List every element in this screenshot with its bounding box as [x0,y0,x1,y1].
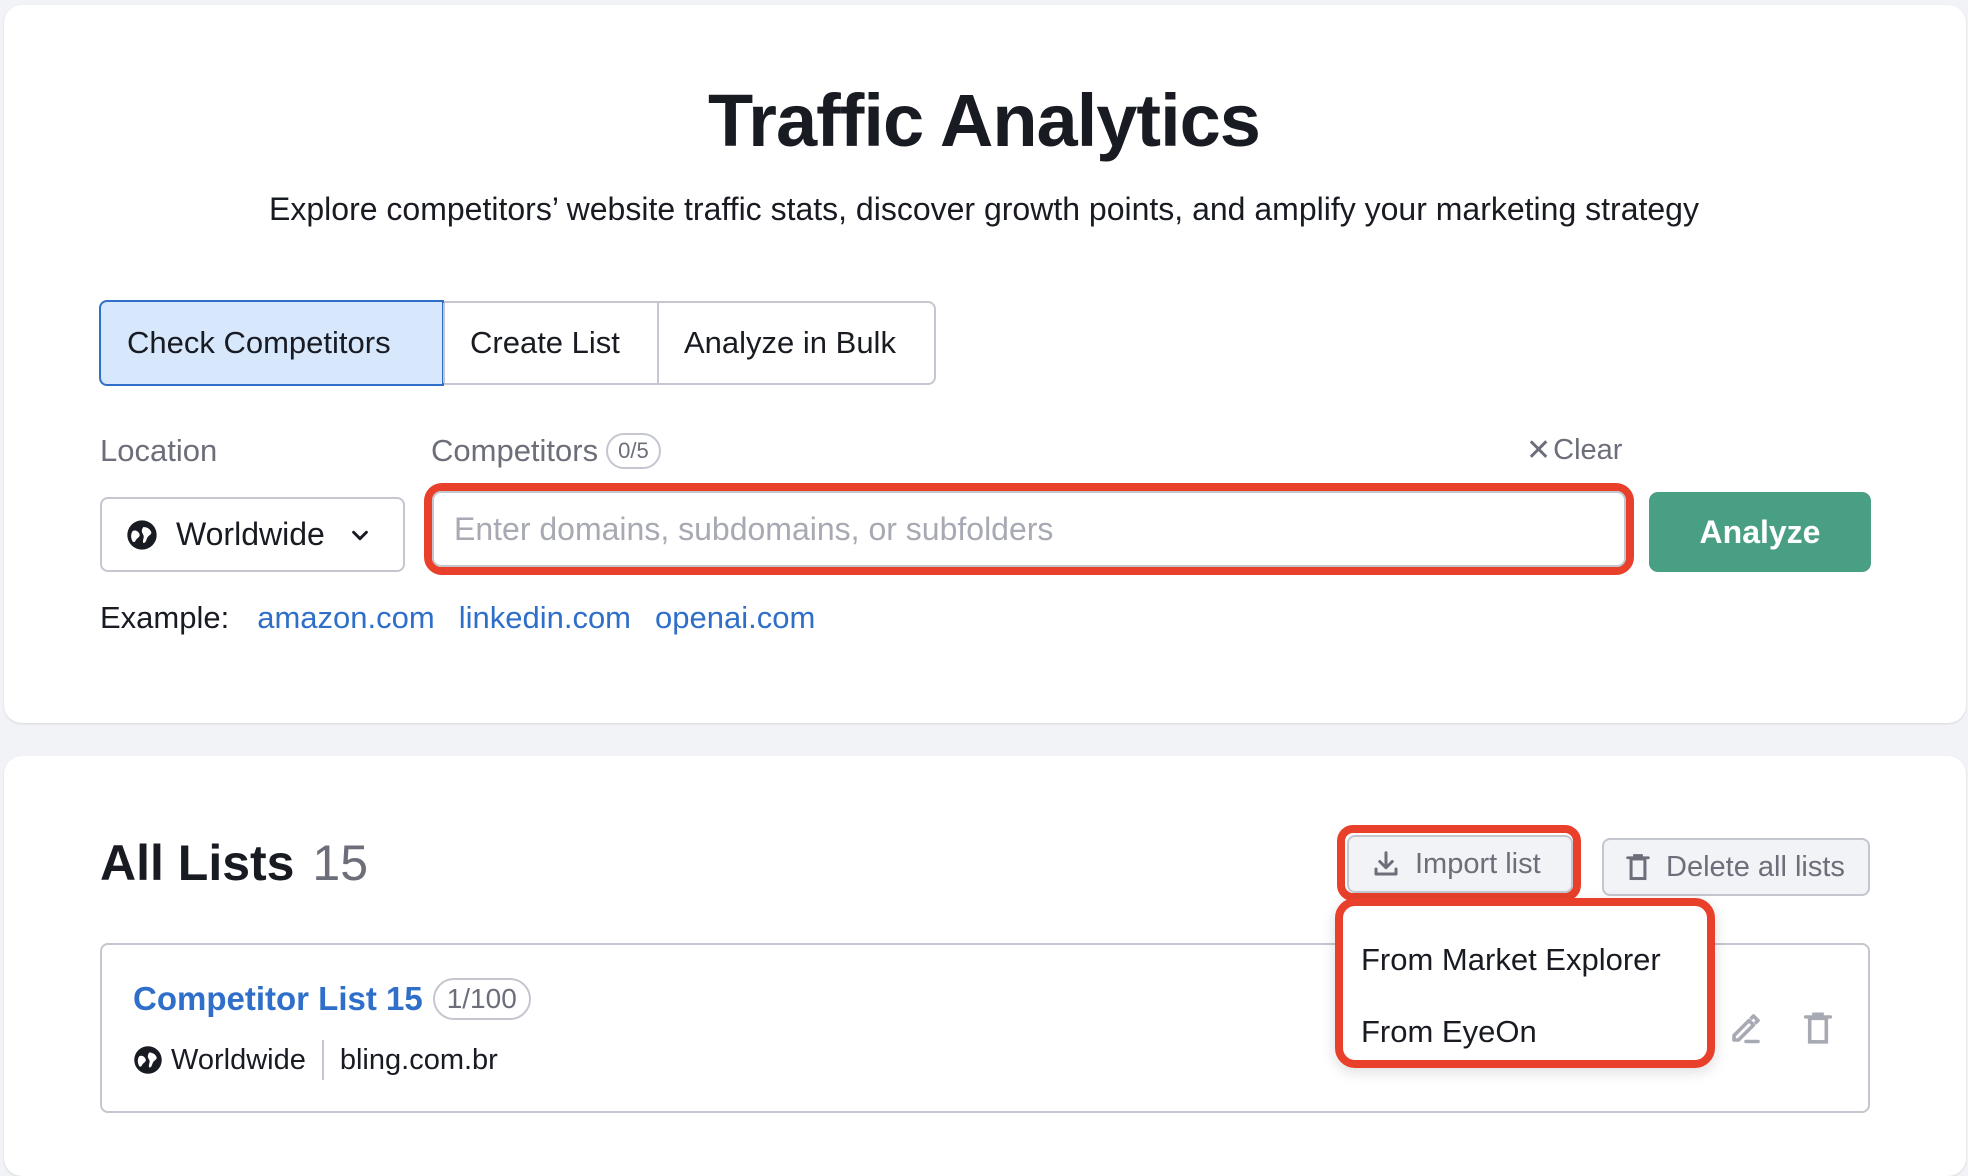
examples-row: Example: amazon.com linkedin.com openai.… [100,600,815,636]
location-select[interactable]: Worldwide [100,497,405,572]
mode-tabs: Check Competitors Create List Analyze in… [99,300,936,386]
delete-all-lists-label: Delete all lists [1666,850,1845,883]
competitors-label-group: Competitors 0/5 [431,433,661,469]
page-subtitle: Explore competitors’ website traffic sta… [269,191,1699,227]
menu-item-from-eyeon[interactable]: From EyeOn [1343,996,1707,1068]
list-name-link[interactable]: Competitor List 15 [133,980,423,1018]
pencil-icon[interactable] [1728,1010,1764,1046]
globe-icon [127,519,157,550]
examples-label: Example: [100,600,230,635]
competitors-label: Competitors [431,433,599,468]
lists-count: 15 [312,835,369,891]
competitors-input[interactable] [432,491,1626,567]
tab-check-competitors[interactable]: Check Competitors [99,300,444,386]
import-list-label: Import list [1415,847,1541,880]
import-list-menu: From Market Explorer From EyeOn [1335,898,1715,1068]
location-label: Location [100,433,218,468]
list-item-meta: Worldwide bling.com.br [133,1040,498,1080]
trash-icon[interactable] [1801,1010,1835,1046]
download-icon [1374,851,1398,876]
list-location: Worldwide [171,1043,306,1076]
example-link-amazon[interactable]: amazon.com [257,600,434,636]
close-icon: ✕ [1526,434,1552,467]
analyze-button[interactable]: Analyze [1649,492,1871,572]
page-title: Traffic Analytics [708,79,1261,162]
divider [321,1040,324,1080]
tab-create-list[interactable]: Create List [443,303,657,383]
clear-button[interactable]: ✕ Clear [1526,433,1622,468]
list-count-badge: 1/100 [432,978,531,1020]
clear-label: Clear [1553,434,1623,466]
globe-icon [134,1046,162,1074]
import-list-button[interactable]: Import list [1347,835,1573,893]
example-link-linkedin[interactable]: linkedin.com [459,600,631,636]
example-link-openai[interactable]: openai.com [655,600,815,636]
menu-item-from-market-explorer[interactable]: From Market Explorer [1343,924,1707,996]
lists-heading: All Lists 15 [100,834,368,892]
list-item-header: Competitor List 15 1/100 [133,978,531,1020]
tab-analyze-in-bulk[interactable]: Analyze in Bulk [657,303,934,383]
list-domains: bling.com.br [339,1043,498,1076]
competitors-input-highlight [424,483,1634,575]
lists-title: All Lists [100,835,295,891]
trash-icon [1626,854,1650,881]
delete-all-lists-button[interactable]: Delete all lists [1602,838,1870,896]
competitors-count-badge: 0/5 [606,433,661,469]
location-value: Worldwide [176,516,325,552]
chevron-down-icon [351,530,368,540]
